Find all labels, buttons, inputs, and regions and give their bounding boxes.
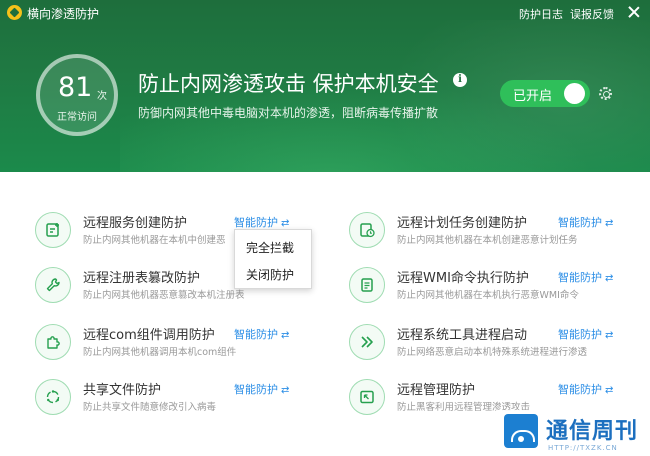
item-desc: 防止内网其他机器调用本机com组件 [83,347,237,358]
app-logo-icon [7,5,22,20]
item-desc: 防止内网其他机器在本机创建恶意计划任务 [397,235,578,246]
wifi-logo-icon [504,414,538,448]
list-item: 远程计划任务创建防护 防止内网其他机器在本机创建恶意计划任务 智能防护 ⇄ [349,208,649,252]
mode-select[interactable]: 智能防护 ⇄ [234,326,289,342]
swap-arrows-icon: ⇄ [605,330,614,341]
item-title: 共享文件防护 [83,383,162,398]
watermark-url: HTTP://TXZK.CN [548,444,618,452]
wrench-icon [35,267,71,303]
false-positive-feedback-link[interactable]: 误报反馈 [570,6,614,22]
list-item: 远程com组件调用防护 防止内网其他机器调用本机com组件 智能防护 ⇄ [35,320,335,364]
toggle-knob [564,83,585,104]
mode-select[interactable]: 智能防护 ⇄ [558,326,613,342]
item-title: 远程com组件调用防护 [83,328,215,343]
page-title: 防止内网渗透攻击 保护本机安全 [138,72,439,96]
list-item: 远程WMI命令执行防护 防止内网其他机器在本机执行恶意WMI命令 智能防护 ⇄ [349,263,649,307]
mode-label: 智能防护 [558,383,602,396]
double-chevron-icon [349,324,385,360]
item-title: 远程管理防护 [397,383,476,398]
swap-arrows-icon: ⇄ [605,218,614,229]
toggle-label: 已开启 [513,89,553,104]
swap-arrows-icon: ⇄ [281,330,290,341]
protection-log-link[interactable]: 防护日志 [519,6,563,22]
access-count: 81 [58,72,93,103]
document-icon [349,267,385,303]
menu-item-disable-protection[interactable]: 关闭防护 [246,266,294,283]
gear-icon[interactable] [599,87,612,100]
swap-arrows-icon: ⇄ [605,385,614,396]
item-desc: 防止网络恶意启动本机特殊系统进程进行渗透 [397,347,588,358]
mode-select[interactable]: 智能防护 ⇄ [558,214,613,230]
item-title: 远程计划任务创建防护 [397,216,528,231]
mode-label: 智能防护 [558,216,602,229]
swap-arrows-icon: ⇄ [281,385,290,396]
access-count-badge: 81 次 正常访问 [36,54,118,136]
mode-dropdown-menu: 完全拦截 关闭防护 [234,229,312,289]
access-count-label: 正常访问 [57,112,97,123]
item-desc: 防止内网其他机器恶意篡改本机注册表 [83,290,245,301]
item-title: 远程系统工具进程启动 [397,328,528,343]
item-desc: 防止共享文件随意修改引入病毒 [83,402,217,413]
service-create-icon [35,212,71,248]
mode-label: 智能防护 [558,328,602,341]
item-title: 远程WMI命令执行防护 [397,271,529,286]
item-title: 远程服务创建防护 [83,216,188,231]
item-desc: 防止内网其他机器在本机中创建恶 [83,235,226,246]
title-bar: 横向渗透防护 防护日志 误报反馈 [0,0,650,26]
item-title: 远程注册表篡改防护 [83,271,201,286]
mode-label: 智能防护 [234,383,278,396]
scheduled-task-icon [349,212,385,248]
mode-label: 智能防护 [234,216,278,229]
menu-item-full-block[interactable]: 完全拦截 [246,239,294,256]
list-item: 远程系统工具进程启动 防止网络恶意启动本机特殊系统进程进行渗透 智能防护 ⇄ [349,320,649,364]
puzzle-icon [35,324,71,360]
watermark-name: 通信周刊 [546,419,639,444]
list-item: 共享文件防护 防止共享文件随意修改引入病毒 智能防护 ⇄ [35,375,335,419]
mode-select[interactable]: 智能防护 ⇄ [234,381,289,397]
access-count-unit: 次 [97,91,107,102]
mode-select[interactable]: 智能防护 ⇄ [558,381,613,397]
remote-screen-icon [349,379,385,415]
app-title: 横向渗透防护 [27,7,100,21]
page-subtitle: 防御内网其他中毒电脑对本机的渗透，阻断病毒传播扩散 [138,106,439,120]
swap-arrows-icon: ⇄ [605,273,614,284]
mode-select[interactable]: 智能防护 ⇄ [234,214,289,230]
header-panel: 横向渗透防护 防护日志 误报反馈 81 次 正常访问 防止内网渗透攻击 保护本机… [0,0,650,172]
item-desc: 防止内网其他机器在本机执行恶意WMI命令 [397,290,579,301]
swap-arrows-icon: ⇄ [281,218,290,229]
protection-toggle[interactable]: 已开启 [500,80,590,107]
close-icon[interactable] [626,4,642,20]
mode-label: 智能防护 [234,328,278,341]
info-icon[interactable]: i [453,73,467,87]
mode-select[interactable]: 智能防护 ⇄ [558,269,613,285]
share-circle-icon [35,379,71,415]
watermark: 通信周刊 HTTP://TXZK.CN [496,410,650,456]
mode-label: 智能防护 [558,271,602,284]
